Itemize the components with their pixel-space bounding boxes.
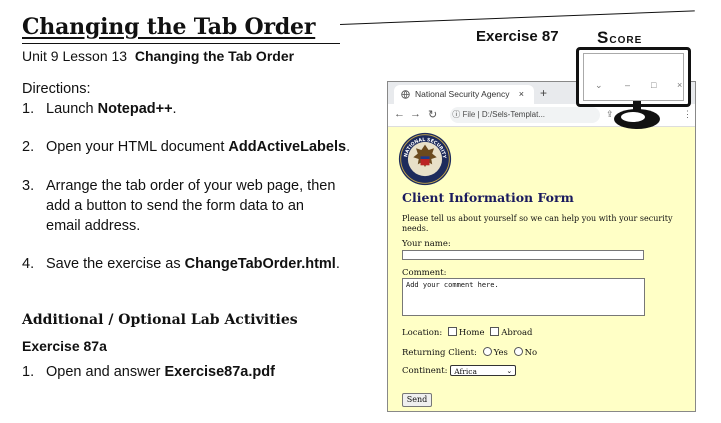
unit-lesson-line: Unit 9 Lesson 13 Changing the Tab Order bbox=[22, 48, 294, 64]
menu-icon[interactable]: ⋮ bbox=[683, 109, 692, 120]
close-icon[interactable]: × bbox=[677, 80, 682, 90]
step-number: 1. bbox=[22, 364, 35, 380]
browser-tab[interactable]: National Security Agency × bbox=[394, 85, 534, 104]
continent-select[interactable]: Africa ⌄ bbox=[450, 365, 517, 376]
step-text: Save the exercise as bbox=[46, 256, 185, 272]
nsa-seal-logo: NATIONAL SECURITY AGENCY bbox=[398, 132, 452, 186]
minimize-icon[interactable]: – bbox=[625, 80, 630, 90]
comment-textarea[interactable]: Add your comment here. bbox=[402, 278, 645, 316]
minimize-chevron-icon[interactable]: ⌄ bbox=[595, 80, 603, 91]
step-text: . bbox=[335, 256, 340, 272]
name-label: Your name: bbox=[402, 239, 451, 249]
maximize-icon[interactable]: □ bbox=[651, 80, 656, 90]
form-description: Please tell us about yourself so we can … bbox=[402, 214, 673, 233]
comment-label: Comment: bbox=[402, 268, 447, 278]
abroad-option-label: Abroad bbox=[501, 328, 533, 338]
step-text: . bbox=[172, 101, 177, 117]
score-label: Score bbox=[597, 28, 643, 47]
step-text: Arrange the tab order of your web page, … bbox=[46, 178, 336, 194]
yes-option-label: Yes bbox=[493, 348, 508, 358]
continent-value: Africa bbox=[454, 367, 477, 376]
globe-icon bbox=[401, 90, 410, 99]
url-scheme: File bbox=[462, 110, 476, 119]
url-field[interactable]: ⓘ File | D:/Sels-Templat... bbox=[450, 107, 600, 123]
home-checkbox[interactable] bbox=[447, 327, 457, 336]
step-text: Launch bbox=[46, 101, 98, 117]
step-1: 1. Launch Notepad++. bbox=[22, 99, 177, 119]
header-rule bbox=[340, 10, 695, 25]
chevron-down-icon: ⌄ bbox=[506, 367, 513, 375]
additional-activities-heading: Additional / Optional Lab Activities bbox=[22, 312, 298, 328]
home-option-label: Home bbox=[458, 328, 485, 338]
no-radio[interactable] bbox=[513, 347, 523, 356]
unit-title: Changing the Tab Order bbox=[134, 48, 295, 64]
yes-radio[interactable] bbox=[482, 347, 492, 356]
window-controls: ⌄ – □ × bbox=[585, 80, 690, 98]
monitor-icon bbox=[576, 47, 691, 107]
title-rule bbox=[22, 43, 340, 44]
worksheet-title: Changing the Tab Order bbox=[22, 14, 316, 40]
step-number: 4. bbox=[22, 256, 35, 272]
url-text: D:/Sels-Templat... bbox=[481, 110, 546, 119]
step-number: 3. bbox=[22, 178, 35, 194]
step-text: Open your HTML document bbox=[46, 139, 229, 155]
location-label: Location: bbox=[402, 328, 443, 338]
new-tab-button[interactable]: + bbox=[540, 86, 547, 100]
step-2: 2. Open your HTML document AddActiveLabel… bbox=[22, 137, 350, 157]
step-4: 4. Save the exercise as ChangeTabOrder.ht… bbox=[22, 254, 340, 274]
forward-icon[interactable]: → bbox=[410, 108, 421, 120]
returning-client-row: Returning Client: Yes No bbox=[402, 347, 537, 358]
name-input[interactable] bbox=[402, 250, 644, 260]
monitor-stand-icon bbox=[614, 101, 660, 129]
tab-close-icon[interactable]: × bbox=[519, 85, 524, 104]
send-button[interactable]: Send bbox=[402, 393, 432, 407]
step-number: 2. bbox=[22, 139, 35, 155]
form-title: Client Information Form bbox=[402, 190, 574, 205]
info-icon: ⓘ bbox=[452, 110, 461, 119]
location-row: Location: Home Abroad bbox=[402, 327, 533, 338]
step-number: 1. bbox=[22, 101, 35, 117]
exercise-87a-heading: Exercise 87a bbox=[22, 338, 107, 354]
reload-icon[interactable]: ↻ bbox=[428, 108, 437, 121]
returning-client-label: Returning Client: bbox=[402, 348, 477, 358]
directions-heading: Directions: bbox=[22, 81, 91, 97]
comment-placeholder: Add your comment here. bbox=[406, 281, 499, 289]
step-text: Open and answer bbox=[46, 364, 165, 380]
continent-label: Continent: bbox=[402, 366, 448, 376]
unit-prefix: Unit 9 Lesson 13 bbox=[22, 48, 128, 64]
step-bold: ChangeTabOrder.html bbox=[184, 256, 336, 272]
step-text: email address. bbox=[46, 218, 141, 234]
tab-title: National Security Agency bbox=[415, 89, 510, 99]
step-text: . bbox=[346, 139, 351, 155]
step-bold: Notepad++ bbox=[97, 101, 173, 117]
no-option-label: No bbox=[524, 348, 538, 358]
step-bold: AddActiveLabels bbox=[228, 139, 347, 155]
back-icon[interactable]: ← bbox=[394, 108, 405, 120]
step-bold: Exercise87a.pdf bbox=[164, 364, 275, 380]
abroad-checkbox[interactable] bbox=[490, 327, 500, 336]
optional-item-1: 1. Open and answer Exercise87a.pdf bbox=[22, 362, 275, 382]
continent-row: Continent: Africa ⌄ bbox=[402, 365, 517, 376]
step-3: 3. Arrange the tab order of your web page… bbox=[22, 176, 335, 236]
step-text: add a button to send the form data to an bbox=[46, 198, 304, 214]
exercise-number: Exercise 87 bbox=[476, 28, 559, 45]
